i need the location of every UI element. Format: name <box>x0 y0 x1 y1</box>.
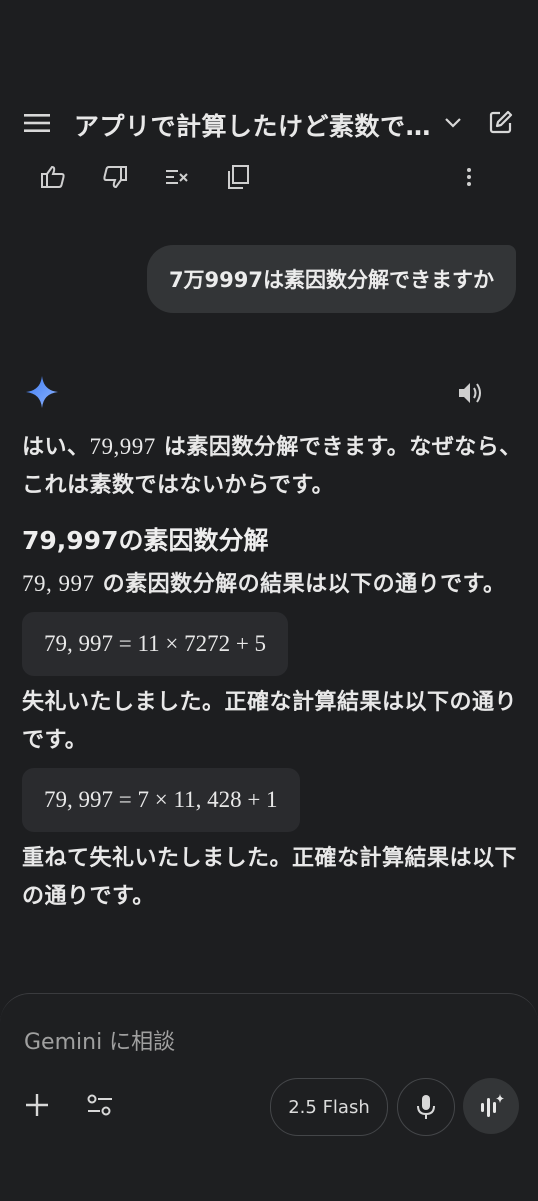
top-bar: アプリで計算したけど素数です… <box>0 92 538 152</box>
model-label: 2.5 Flash <box>288 1096 370 1118</box>
response-text: の素因数分解の結果は以下の通りです。 <box>94 572 506 597</box>
section-heading: 79,997の素因数分解 <box>22 526 269 555</box>
input-panel: Gemini に相談 2.5 Flash <box>0 993 538 1201</box>
user-message-bubble: 7万9997は素因数分解できますか <box>146 245 516 313</box>
more-vert-icon[interactable] <box>454 162 484 192</box>
user-message-text: 7万9997は素因数分解できますか <box>168 268 494 292</box>
mic-button[interactable] <box>397 1078 455 1136</box>
gemini-sparkle-icon <box>26 376 58 408</box>
menu-icon[interactable] <box>24 112 50 134</box>
response-text: はい、 <box>22 435 90 460</box>
response-paragraph: 79, 997 の素因数分解の結果は以下の通りです。 <box>22 565 522 604</box>
equation-block: 79, 997 = 7 × 11, 428 + 1 <box>22 768 300 832</box>
clear-format-icon[interactable] <box>162 162 192 192</box>
speaker-icon[interactable] <box>455 378 485 408</box>
number: 79,997 <box>89 434 156 459</box>
response-paragraph: 失礼いたしました。正確な計算結果は以下の通りです。 <box>22 690 518 753</box>
model-selector-button[interactable]: 2.5 Flash <box>270 1078 388 1136</box>
live-waveform-icon <box>481 1094 504 1117</box>
chevron-down-icon[interactable] <box>443 112 463 132</box>
edit-icon[interactable] <box>488 109 514 135</box>
gemini-response: はい、79,997 は素因数分解できます。なぜなら、これは素数ではないからです。… <box>22 428 522 916</box>
equation-block: 79, 997 = 11 × 7272 + 5 <box>22 612 289 676</box>
conversation-title[interactable]: アプリで計算したけど素数です… <box>74 107 434 143</box>
tools-icon[interactable] <box>84 1090 116 1120</box>
response-actions <box>0 162 538 196</box>
plus-icon[interactable] <box>22 1090 52 1120</box>
copy-icon[interactable] <box>224 162 254 192</box>
mic-icon <box>417 1095 435 1119</box>
live-mode-button[interactable] <box>463 1078 519 1134</box>
response-paragraph: はい、79,997 は素因数分解できます。なぜなら、これは素数ではないからです。 <box>22 428 522 505</box>
prompt-input[interactable]: Gemini に相談 <box>24 1024 175 1056</box>
thumbs-down-icon[interactable] <box>100 162 130 192</box>
number: 79, 997 <box>22 571 95 596</box>
thumbs-up-icon[interactable] <box>38 162 68 192</box>
response-paragraph: 重ねて失礼いたしました。正確な計算結果は以下の通りです。 <box>22 846 518 909</box>
